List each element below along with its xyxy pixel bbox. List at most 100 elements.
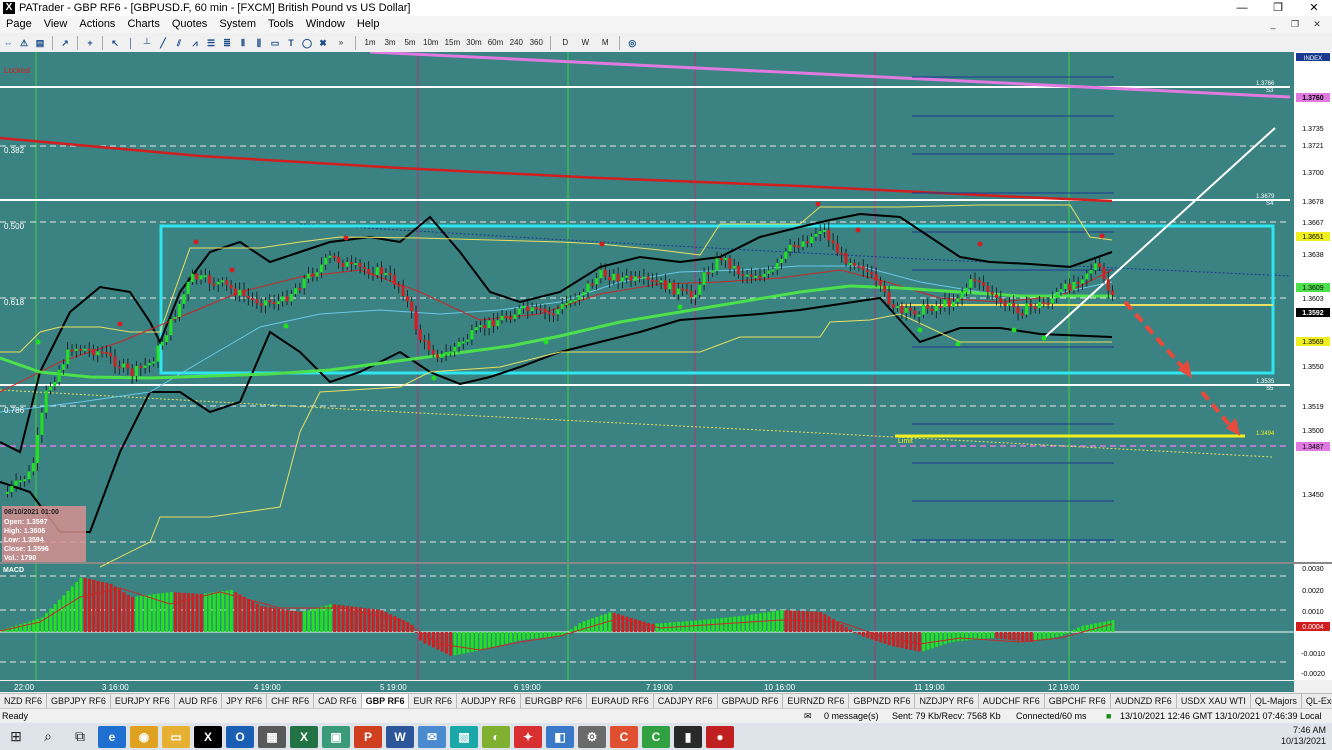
vertical-line-icon[interactable]: │ [124,36,138,50]
symbol-tab[interactable]: GBPJPY RF6 [47,694,111,708]
chart-area[interactable]: 1.3760 1.3735 1.3721 1.3700 1.3678 1.366… [0,50,1332,692]
word-icon[interactable]: W [386,725,414,748]
minimize-button[interactable]: — [1224,0,1260,16]
save-icon[interactable]: ▤ [33,36,47,50]
menu-actions[interactable]: Actions [73,16,121,33]
excel-icon[interactable]: X [290,725,318,748]
delete-drawing-icon[interactable]: ✖ [316,36,330,50]
fib-extension-icon[interactable]: ≣ [220,36,234,50]
symbol-tab[interactable]: GBPCHF RF6 [1045,694,1111,708]
system-clock[interactable]: 7:46 AM 10/13/2021 [1281,725,1326,747]
timeframe-30m[interactable]: 30m [464,36,484,50]
rectangle-icon[interactable]: ▭ [268,36,282,50]
menu-charts[interactable]: Charts [121,16,165,33]
mail-icon[interactable]: ✉ [418,725,446,748]
sync-icon[interactable]: ◎ [625,36,639,50]
pointer-icon[interactable]: ↖ [108,36,122,50]
symbol-tab[interactable]: EURGBP RF6 [521,694,588,708]
outlook-icon[interactable]: O [226,725,254,748]
menu-page[interactable]: Page [0,16,38,33]
symbol-tab[interactable]: EURJPY RF6 [111,694,175,708]
symbol-tab[interactable]: QL-Exotics [1302,694,1332,708]
symbol-tab[interactable]: CAD RF6 [314,694,362,708]
candle-body [238,289,242,296]
timeframe-360[interactable]: 360 [527,36,545,50]
orange-app-icon[interactable]: C [610,725,638,748]
settings-icon[interactable]: ⚙ [578,725,606,748]
file-explorer-icon[interactable]: ▭ [162,725,190,748]
symbol-tab[interactable]: GBPAUD RF6 [718,694,784,708]
symbol-tab[interactable]: CADJPY RF6 [654,694,718,708]
horizontal-line-icon[interactable]: ┴ [140,36,154,50]
symbol-tab[interactable]: GBPNZD RF6 [849,694,916,708]
timeframe-w[interactable]: W [576,36,594,50]
trendline-icon[interactable]: ╱ [156,36,170,50]
recorder-icon[interactable]: ● [706,725,734,748]
green-app-icon[interactable]: ◐ [482,725,510,748]
photos-icon[interactable]: ▣ [322,725,350,748]
symbol-tab[interactable]: USDX XAU WTI [1177,694,1251,708]
blue-app-icon[interactable]: ◧ [546,725,574,748]
windows-start-icon[interactable]: ⊞ [2,726,30,748]
store-icon[interactable]: ▧ [450,725,478,748]
symbol-tab[interactable]: AUDNZD RF6 [1111,694,1177,708]
app-icon-generic[interactable]: ▦ [258,725,286,748]
symbol-tab[interactable]: EURAUD RF6 [587,694,654,708]
red-bird-icon[interactable]: ✦ [514,725,542,748]
menu-quotes[interactable]: Quotes [166,16,213,33]
green-c-icon[interactable]: C [642,725,670,748]
symbol-tab[interactable]: QL-Majors [1251,694,1302,708]
task-view-icon[interactable]: ⧉ [66,726,94,748]
chrome-icon[interactable]: ◉ [130,725,158,748]
mdi-minimize-icon[interactable]: _ [1262,17,1284,31]
timeframe-3m[interactable]: 3m [381,36,399,50]
menu-view[interactable]: View [38,16,74,33]
symbol-tab[interactable]: GBP RF6 [361,694,410,708]
fib-time-icon[interactable]: ⦀ [236,36,250,50]
alert-icon[interactable]: ⚠ [17,36,31,50]
crosshair-icon[interactable]: + [83,36,97,50]
symbol-tab[interactable]: AUD RF6 [175,694,223,708]
powerpoint-icon[interactable]: P [354,725,382,748]
menu-system[interactable]: System [213,16,262,33]
messages-icon[interactable]: ✉ [804,711,812,722]
timeframe-10m[interactable]: 10m [421,36,441,50]
timeframe-60m[interactable]: 60m [486,36,506,50]
symbol-tab[interactable]: AUDJPY RF6 [457,694,521,708]
search-icon[interactable]: ⌕ [34,726,62,748]
mdi-restore-icon[interactable]: ❐ [1284,17,1306,31]
menu-help[interactable]: Help [351,16,386,33]
terminal-icon[interactable]: ▮ [674,725,702,748]
symbol-tab[interactable]: EUR RF6 [409,694,457,708]
timeframe-240[interactable]: 240 [507,36,525,50]
symbol-tab[interactable]: EURNZD RF6 [783,694,850,708]
symbol-tab[interactable]: NZD RF6 [0,694,47,708]
close-button[interactable]: ✕ [1296,0,1332,16]
fib-fan-icon[interactable]: ⩘ [188,36,202,50]
symbol-tab[interactable]: JPY RF6 [222,694,268,708]
timeframe-d[interactable]: D [556,36,574,50]
fib-retracement-icon[interactable]: ☰ [204,36,218,50]
price-pane[interactable] [0,52,1294,562]
ellipse-icon[interactable]: ◯ [300,36,314,50]
move-icon[interactable]: ⇔ [1,36,15,50]
cycle-lines-icon[interactable]: ⫼ [252,36,266,50]
timeframe-15m[interactable]: 15m [443,36,463,50]
toolbar-more-button[interactable]: » [332,36,350,50]
maximize-button[interactable]: ❐ [1260,0,1296,16]
candle-body [27,471,31,480]
timeframe-1m[interactable]: 1m [361,36,379,50]
channel-icon[interactable]: ⫽ [172,36,186,50]
menu-tools[interactable]: Tools [262,16,300,33]
menu-window[interactable]: Window [300,16,351,33]
text-icon[interactable]: T [284,36,298,50]
symbol-tab[interactable]: NZDJPY RF6 [915,694,979,708]
mdi-close-icon[interactable]: ✕ [1306,17,1328,31]
timeframe-5m[interactable]: 5m [401,36,419,50]
chart-icon[interactable]: ↗ [58,36,72,50]
patrader-icon[interactable]: X [194,725,222,748]
timeframe-m[interactable]: M [596,36,614,50]
edge-icon[interactable]: e [98,725,126,748]
symbol-tab[interactable]: CHF RF6 [267,694,315,708]
symbol-tab[interactable]: AUDCHF RF6 [979,694,1045,708]
